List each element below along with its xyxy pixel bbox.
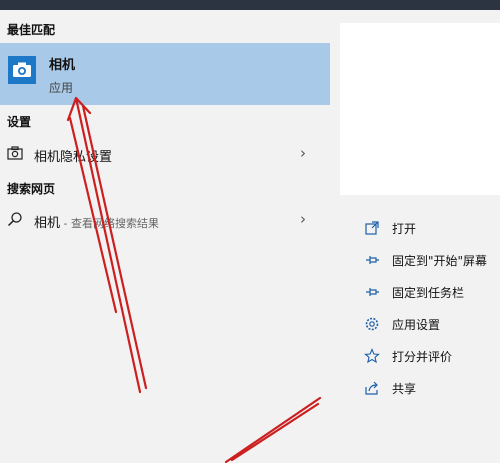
action-label: 共享 [392,382,417,396]
app-type: 应用 [49,81,74,95]
app-preview-card [340,23,500,195]
action-label: 应用设置 [392,318,441,332]
share-icon [365,381,378,395]
action-open[interactable]: 打开 [330,216,500,242]
web-result-label: 相机 - 查看网络搜索结果 [34,216,159,231]
pin-icon [366,288,379,296]
star-icon [364,348,380,364]
best-match-item[interactable]: 相机 应用 [0,43,330,105]
preview-panel: 打开 固定到"开始"屏幕 固定到任务栏 应用设置 打分并评价 共享 [330,10,500,463]
action-share[interactable]: 共享 [330,376,500,402]
action-label: 打分并评价 [392,350,453,364]
web-search-header: 搜索网页 [7,182,56,196]
settings-result-label: 相机隐私设置 [34,150,113,165]
app-name: 相机 [49,58,76,73]
open-icon [365,221,379,235]
settings-header: 设置 [7,115,32,129]
camera-outline-icon [7,145,23,165]
gear-icon [365,317,379,331]
action-rate-review[interactable]: 打分并评价 [330,344,500,370]
action-pin-taskbar[interactable]: 固定到任务栏 [330,280,500,306]
action-label: 打开 [392,222,417,236]
taskbar-strip [0,0,500,10]
web-result-sub: - 查看网络搜索结果 [60,217,159,230]
best-match-header: 最佳匹配 [7,23,56,37]
chevron-right-icon[interactable]: › [300,144,306,162]
chevron-right-icon[interactable]: › [300,210,306,228]
web-result-row[interactable]: 相机 - 查看网络搜索结果 › [0,207,330,233]
action-label: 固定到"开始"屏幕 [392,254,488,268]
search-icon [7,211,23,231]
action-label: 固定到任务栏 [392,286,465,300]
action-app-settings[interactable]: 应用设置 [330,312,500,338]
camera-app-icon [8,56,36,84]
pin-icon [366,256,379,264]
settings-result-row[interactable]: 相机隐私设置 › [0,141,330,167]
action-pin-start[interactable]: 固定到"开始"屏幕 [330,248,500,274]
results-panel: 最佳匹配 相机 应用 设置 相机隐私设置 › 搜索网页 相机 - 查看网络搜索结… [0,10,330,463]
